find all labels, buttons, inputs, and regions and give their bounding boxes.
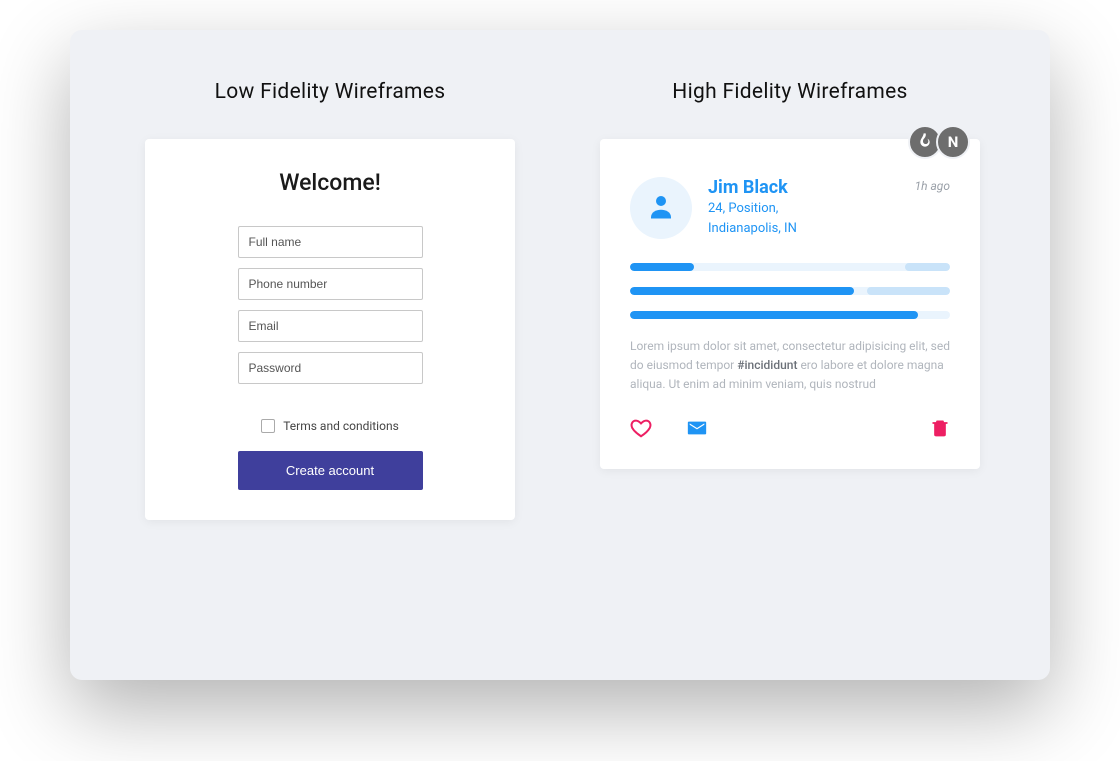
- fire-icon: [917, 131, 933, 153]
- lorem-hashtag[interactable]: #incididunt: [737, 358, 797, 372]
- trash-icon: [930, 417, 950, 443]
- profile-card: N Jim Black 24, Position, Indianapolis, …: [600, 139, 980, 469]
- profile-line2: Indianapolis, IN: [708, 220, 950, 238]
- heart-icon: [630, 417, 652, 443]
- terms-checkbox[interactable]: [261, 419, 275, 433]
- password-field[interactable]: [238, 352, 423, 384]
- bar1-fill: [630, 263, 694, 271]
- profile-line1: 24, Position,: [708, 200, 950, 218]
- n-badge-label: N: [948, 133, 959, 151]
- person-icon: [646, 191, 676, 225]
- fullname-field[interactable]: [238, 226, 423, 258]
- email-field[interactable]: [238, 310, 423, 342]
- description-text: Lorem ipsum dolor sit amet, consectetur …: [630, 337, 950, 395]
- n-badge[interactable]: N: [936, 125, 970, 159]
- low-fidelity-heading: Low Fidelity Wireframes: [215, 80, 446, 104]
- low-fidelity-column: Low Fidelity Wireframes Welcome! Terms a…: [130, 80, 530, 630]
- badge-group: N: [914, 125, 970, 159]
- terms-row: Terms and conditions: [190, 419, 470, 433]
- like-button[interactable]: [630, 417, 652, 443]
- timestamp: 1h ago: [915, 179, 950, 193]
- bar3-fill: [630, 311, 918, 319]
- wireframe-comparison-panel: Low Fidelity Wireframes Welcome! Terms a…: [70, 30, 1050, 680]
- mail-icon: [686, 417, 708, 443]
- progress-bar-3: [630, 311, 950, 319]
- bar1-right: [905, 263, 950, 271]
- welcome-title: Welcome!: [190, 169, 470, 196]
- bar2-right: [867, 287, 950, 295]
- profile-header: Jim Black 24, Position, Indianapolis, IN…: [630, 177, 950, 239]
- avatar[interactable]: [630, 177, 692, 239]
- phone-field[interactable]: [238, 268, 423, 300]
- bar2-fill: [630, 287, 854, 295]
- delete-button[interactable]: [930, 417, 950, 443]
- message-button[interactable]: [686, 417, 708, 443]
- high-fidelity-column: High Fidelity Wireframes N: [590, 80, 990, 630]
- progress-bar-1: [630, 263, 950, 271]
- high-fidelity-heading: High Fidelity Wireframes: [672, 80, 907, 104]
- card-actions: [630, 417, 950, 443]
- progress-bars: [630, 263, 950, 319]
- create-account-button[interactable]: Create account: [238, 451, 423, 490]
- signup-card: Welcome! Terms and conditions Create acc…: [145, 139, 515, 520]
- terms-label: Terms and conditions: [283, 419, 399, 433]
- progress-bar-2: [630, 287, 950, 295]
